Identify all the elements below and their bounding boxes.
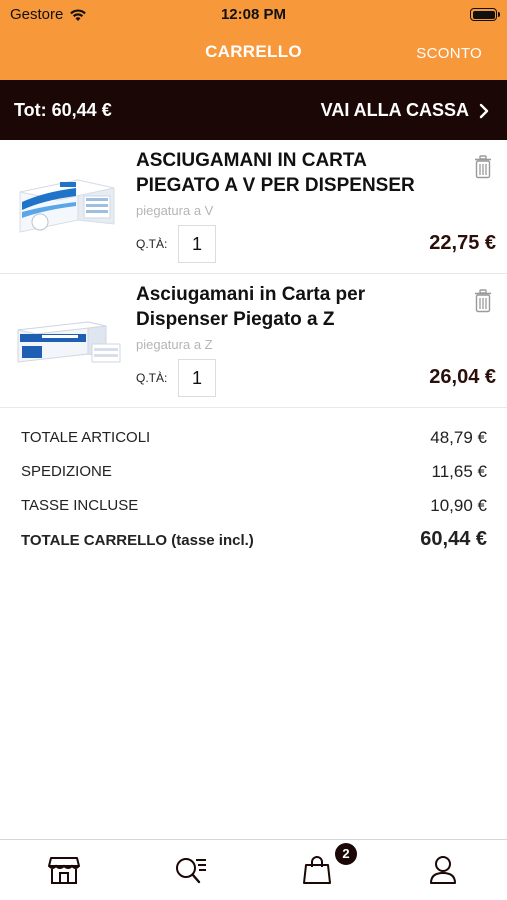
summary-total-label: TOTALE CARRELLO (tasse incl.) <box>21 532 254 549</box>
chevron-right-icon <box>479 103 489 118</box>
summary-value: 10,90 € <box>430 496 487 515</box>
product-variant: piegatura a Z <box>136 337 213 352</box>
summary-row: TASSE INCLUSE 10,90 € <box>0 491 507 525</box>
battery-icon <box>470 8 500 21</box>
product-title[interactable]: ASCIUGAMANI IN CARTA PIEGATO A V PER DIS… <box>136 148 446 198</box>
total-bar: Tot: 60,44 € VAI ALLA CASSA <box>0 80 507 140</box>
summary-label: TASSE INCLUSE <box>21 497 139 514</box>
trash-icon[interactable] <box>474 155 492 179</box>
cart-item: ASCIUGAMANI IN CARTA PIEGATO A V PER DIS… <box>0 140 507 274</box>
tab-search[interactable] <box>173 852 209 888</box>
product-price: 22,75 € <box>429 232 496 254</box>
summary-value: 11,65 € <box>431 462 487 481</box>
tab-store[interactable] <box>46 852 82 888</box>
summary-row: TOTALE ARTICOLI 48,79 € <box>0 423 507 457</box>
app-header: Gestore 12:08 PM CARRELLO SCONTO <box>0 0 507 80</box>
search-icon <box>176 858 206 884</box>
summary-total-row: TOTALE CARRELLO (tasse incl.) 60,44 € <box>0 525 507 559</box>
product-price: 26,04 € <box>429 366 496 388</box>
summary-total-value: 60,44 € <box>420 528 487 550</box>
tab-cart[interactable] <box>299 852 335 888</box>
quantity-label: Q.TÀ: <box>136 371 168 385</box>
summary-value: 48,79 € <box>430 428 487 447</box>
cart-item: Asciugamani in Carta per Dispenser Piega… <box>0 274 507 408</box>
status-bar: Gestore 12:08 PM <box>0 0 507 30</box>
checkout-button[interactable]: VAI ALLA CASSA <box>321 100 489 121</box>
tab-account[interactable] <box>425 852 461 888</box>
shopping-bag-icon <box>303 856 331 884</box>
user-icon <box>430 856 456 884</box>
quantity-field[interactable]: 1 <box>178 225 216 263</box>
checkout-label: VAI ALLA CASSA <box>320 100 469 120</box>
tab-bar <box>0 839 507 900</box>
cart-summary: TOTALE ARTICOLI 48,79 € SPEDIZIONE 11,65… <box>0 423 507 559</box>
store-icon <box>48 857 80 884</box>
quantity-label: Q.TÀ: <box>136 237 168 251</box>
product-image[interactable] <box>14 162 124 242</box>
cart-badge: 2 <box>335 843 357 865</box>
discount-button[interactable]: SCONTO <box>416 45 482 62</box>
summary-label: SPEDIZIONE <box>21 463 112 480</box>
status-time: 12:08 PM <box>220 6 287 23</box>
product-image[interactable] <box>14 304 124 384</box>
quantity-field[interactable]: 1 <box>178 359 216 397</box>
cart-total-label: Tot: 60,44 € <box>14 100 112 120</box>
product-title[interactable]: Asciugamani in Carta per Dispenser Piega… <box>136 282 446 332</box>
summary-label: TOTALE ARTICOLI <box>21 429 151 446</box>
trash-icon[interactable] <box>474 289 492 313</box>
product-variant: piegatura a V <box>136 203 214 218</box>
summary-row: SPEDIZIONE 11,65 € <box>0 457 507 491</box>
